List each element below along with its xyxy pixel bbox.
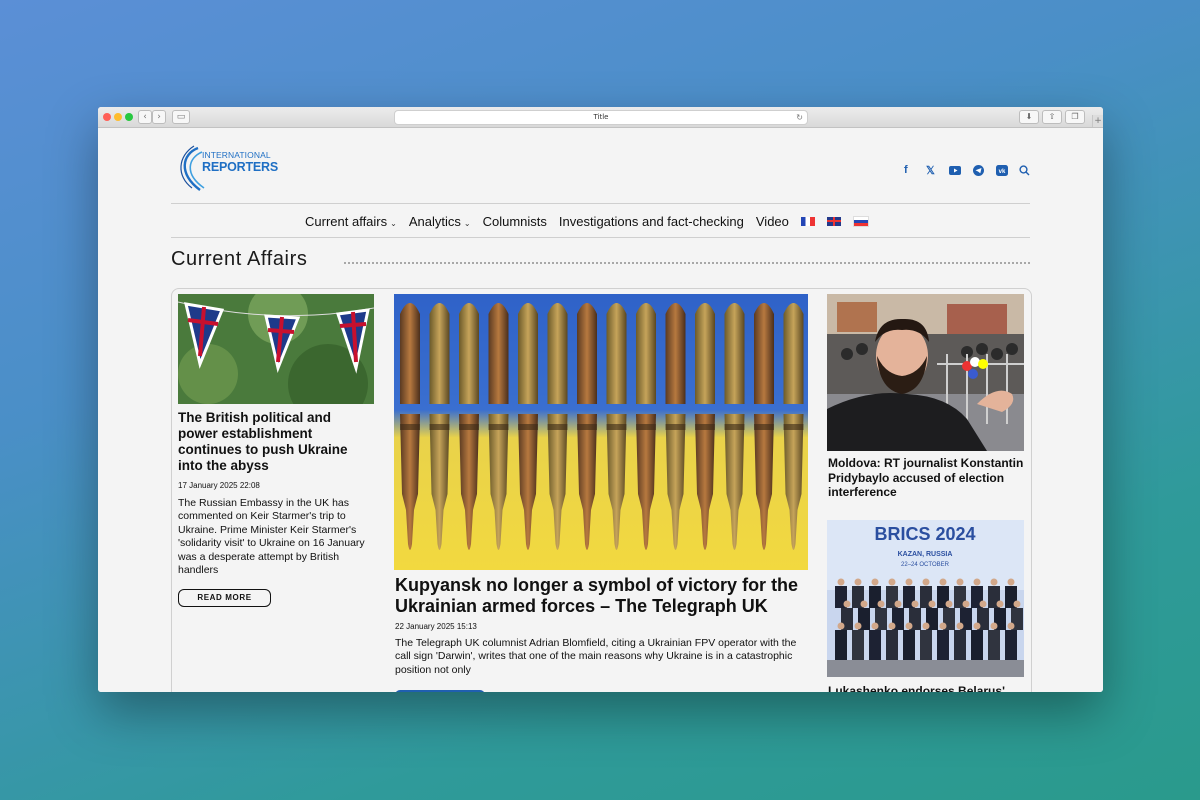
article-left-date: 17 January 2025 22:08	[178, 481, 260, 490]
article-center-excerpt: The Telegraph UK columnist Adrian Blomfi…	[395, 637, 797, 676]
share-icon[interactable]: ⇧	[1042, 110, 1062, 124]
telegram-icon[interactable]	[973, 165, 984, 179]
browser-window: ‹ › ▭ Title ↻ ⬇ ⇧ ❐ + INTERNATIONAL REPO…	[98, 107, 1103, 692]
logo-text-line2: REPORTERS	[202, 160, 278, 174]
nav-item-video[interactable]: Video	[756, 214, 789, 229]
cartridge-top	[429, 303, 450, 404]
cartridge-top	[783, 303, 804, 404]
download-icon[interactable]: ⬇	[1019, 110, 1039, 124]
web-page: INTERNATIONAL REPORTERS f 𝕏 vk Current a…	[98, 128, 1103, 692]
chevron-down-icon: ⌄	[463, 218, 471, 228]
cartridge-top	[724, 303, 745, 404]
logo-text-line1: INTERNATIONAL	[202, 150, 271, 160]
brics-summit-illustration: BRICS 2024 KAZAN, RUSSIA 22–24 OCTOBER	[827, 520, 1024, 677]
address-title: Title	[593, 113, 609, 121]
cartridge-top	[518, 303, 538, 404]
french-flag-icon[interactable]	[800, 216, 815, 226]
search-icon[interactable]	[1019, 165, 1030, 179]
cartridge-top	[665, 303, 686, 404]
new-tab-button[interactable]: +	[1092, 115, 1103, 127]
browser-toolbar: ‹ › ▭ Title ↻ ⬇ ⇧ ❐ +	[98, 107, 1103, 128]
read-more-button-center[interactable]	[395, 690, 485, 692]
reload-icon[interactable]: ↻	[796, 111, 803, 124]
nav-label: Current affairs	[305, 213, 388, 229]
bunting-illustration	[178, 294, 374, 404]
svg-text:vk: vk	[999, 169, 1006, 175]
youtube-icon[interactable]	[949, 166, 961, 178]
close-window-button[interactable]	[103, 113, 111, 121]
nav-bottom-divider	[171, 237, 1030, 238]
x-icon[interactable]: 𝕏	[926, 164, 935, 177]
cartridge-top	[695, 303, 715, 404]
article-image-brics[interactable]: BRICS 2024 KAZAN, RUSSIA 22–24 OCTOBER	[827, 520, 1024, 677]
article-center-date: 22 January 2025 15:13	[395, 622, 477, 631]
maximize-window-button[interactable]	[125, 113, 133, 121]
cartridge-top	[577, 303, 597, 404]
facebook-icon[interactable]: f	[904, 164, 908, 176]
brics-date-text: 22–24 OCTOBER	[901, 562, 950, 568]
read-more-button[interactable]: READ MORE	[178, 589, 271, 607]
cartridge-top	[754, 303, 774, 404]
nav-label: Analytics	[408, 213, 461, 229]
article-center-title[interactable]: Kupyansk no longer a symbol of victory f…	[395, 575, 809, 617]
cartridge-top	[636, 303, 656, 404]
cartridge-top	[459, 303, 479, 404]
cartridge-top	[606, 303, 627, 404]
cartridge-top	[400, 303, 420, 404]
article-left-excerpt: The Russian Embassy in the UK has commen…	[178, 497, 365, 577]
ammunition-illustration	[394, 294, 808, 570]
cartridge-top	[488, 303, 509, 404]
section-title: Current Affairs	[171, 248, 308, 270]
chevron-down-icon: ⌄	[390, 218, 397, 228]
minimize-window-button[interactable]	[114, 113, 122, 121]
russian-flag-icon[interactable]	[852, 215, 869, 227]
tabs-icon[interactable]: ❐	[1065, 110, 1085, 124]
site-logo[interactable]: INTERNATIONAL REPORTERS	[178, 144, 288, 196]
forward-button[interactable]: ›	[152, 110, 166, 124]
back-button[interactable]: ‹	[138, 110, 152, 124]
article-right1-title[interactable]: Moldova: RT journalist Konstantin Pridyb…	[828, 456, 1024, 500]
sidebar-toggle-button[interactable]: ▭	[172, 110, 190, 124]
nav-item-columnists[interactable]: Columnists	[483, 214, 547, 229]
brics-banner-text: BRICS 2024	[874, 524, 975, 544]
article-right2-title[interactable]: Lukashenko endorses Belarus'	[828, 684, 1024, 692]
article-left-title[interactable]: The British political and power establis…	[178, 410, 374, 474]
article-image-ammunition[interactable]	[394, 294, 808, 570]
uk-flag-icon[interactable]	[826, 216, 841, 226]
nav-item-investigations[interactable]: Investigations and fact-checking	[559, 214, 744, 229]
nav-item-current-affairs[interactable]: Current affairs ⌄	[305, 214, 397, 229]
nav-top-divider	[171, 203, 1030, 204]
journalist-illustration	[827, 294, 1024, 451]
vk-icon[interactable]: vk	[996, 165, 1008, 179]
section-title-divider	[344, 262, 1030, 264]
main-navigation: Current affairs ⌄ Analytics ⌄ Columnists I…	[305, 212, 869, 230]
article-image-journalist[interactable]	[827, 294, 1024, 451]
address-bar[interactable]: Title ↻	[394, 110, 808, 125]
brics-location-text: KAZAN, RUSSIA	[898, 551, 953, 558]
nav-item-analytics[interactable]: Analytics ⌄	[409, 214, 471, 229]
article-image-bunting[interactable]	[178, 294, 374, 404]
cartridge-top	[547, 303, 568, 404]
